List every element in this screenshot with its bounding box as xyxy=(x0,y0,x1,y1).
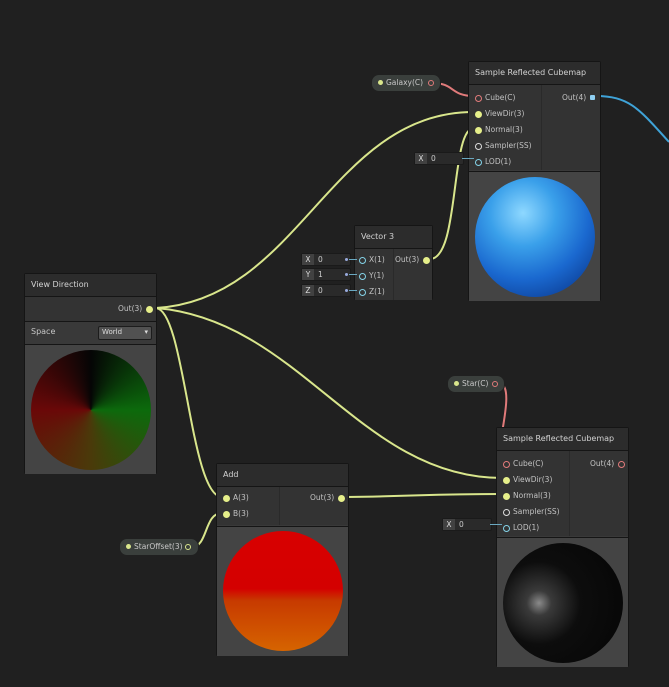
vector-port-icon xyxy=(223,495,230,502)
property-port-icon xyxy=(378,80,383,85)
cubemap-port-icon xyxy=(475,95,482,102)
preview-sphere xyxy=(31,350,151,470)
vector3-x-field[interactable]: X 0 xyxy=(301,253,351,266)
view-direction-node[interactable]: View Direction Out(3) Space World ▾ xyxy=(24,273,157,474)
cubemap-port-icon xyxy=(492,381,498,387)
cubemap-port-icon xyxy=(428,80,434,86)
vector-port-icon xyxy=(423,257,430,264)
property-star[interactable]: Star(C) xyxy=(447,375,505,393)
property-port-icon xyxy=(454,381,459,386)
sample-reflected-cubemap-node-bottom[interactable]: Sample Reflected Cubemap Cube(C) ViewDir… xyxy=(496,427,629,667)
cubemap-port-icon xyxy=(503,461,510,468)
node-title: View Direction xyxy=(25,274,156,297)
port-lod[interactable]: LOD(1) xyxy=(503,521,539,535)
space-dropdown[interactable]: World ▾ xyxy=(98,326,152,340)
property-galaxy[interactable]: Galaxy(C) xyxy=(371,74,441,92)
vector-port-icon xyxy=(503,493,510,500)
vector4-port-icon xyxy=(618,461,625,468)
vector-port-icon xyxy=(503,477,510,484)
add-node[interactable]: Add A(3) B(3) Out(3) xyxy=(216,463,349,656)
lod-input-field-top[interactable]: X 0 xyxy=(414,152,464,165)
preview-sphere xyxy=(503,543,623,663)
sampler-port-icon xyxy=(475,143,482,150)
vector3-y-field[interactable]: Y 1 xyxy=(301,268,351,281)
vector3-node[interactable]: Vector 3 X(1) Y(1) Z(1) Out(3) xyxy=(354,225,433,300)
port-z[interactable]: Z(1) xyxy=(359,285,385,299)
port-x[interactable]: X(1) xyxy=(359,253,385,267)
port-viewdir[interactable]: ViewDir(3) xyxy=(503,473,552,487)
node-title: Add xyxy=(217,464,348,487)
wire-viewdir-to-bottom-cubemap xyxy=(155,307,503,479)
float-port-icon xyxy=(359,257,366,264)
wire-add-to-bottom-normal xyxy=(345,493,503,498)
chevron-down-icon: ▾ xyxy=(144,328,148,336)
float-port-icon xyxy=(359,273,366,280)
port-out[interactable]: Out(4) xyxy=(590,457,625,471)
port-viewdir[interactable]: ViewDir(3) xyxy=(475,107,524,121)
port-b[interactable]: B(3) xyxy=(223,507,249,521)
vector-port-icon xyxy=(223,511,230,518)
vector-port-icon xyxy=(475,111,482,118)
port-normal[interactable]: Normal(3) xyxy=(475,123,523,137)
port-out[interactable]: Out(3) xyxy=(310,491,345,505)
space-label: Space xyxy=(31,327,56,336)
port-cube[interactable]: Cube(C) xyxy=(503,457,543,471)
vector-port-icon xyxy=(338,495,345,502)
port-cube[interactable]: Cube(C) xyxy=(475,91,515,105)
vector-port-icon xyxy=(475,127,482,134)
node-preview xyxy=(25,344,156,474)
port-lod[interactable]: LOD(1) xyxy=(475,155,511,169)
property-port-icon xyxy=(126,544,131,549)
vector-port-icon xyxy=(146,306,153,313)
node-title: Sample Reflected Cubemap xyxy=(469,62,600,85)
node-preview xyxy=(497,537,628,667)
port-out[interactable]: Out(3) xyxy=(118,302,153,316)
vector-port-icon xyxy=(185,544,191,550)
vector3-z-field[interactable]: Z 0 xyxy=(301,284,351,297)
port-out[interactable]: Out(3) xyxy=(395,253,430,267)
node-preview xyxy=(469,171,600,301)
sample-reflected-cubemap-node-top[interactable]: Sample Reflected Cubemap Cube(C) ViewDir… xyxy=(468,61,601,301)
port-sampler[interactable]: Sampler(SS) xyxy=(503,505,560,519)
preview-sphere xyxy=(475,177,595,297)
port-sampler[interactable]: Sampler(SS) xyxy=(475,139,532,153)
node-title: Sample Reflected Cubemap xyxy=(497,428,628,451)
port-normal[interactable]: Normal(3) xyxy=(503,489,551,503)
vector4-port-icon xyxy=(590,95,595,100)
node-title: Vector 3 xyxy=(355,226,432,249)
port-y[interactable]: Y(1) xyxy=(359,269,384,283)
wire-viewdir-to-add-a xyxy=(155,307,223,498)
wire-top-cubemap-out xyxy=(595,95,669,143)
sampler-port-icon xyxy=(503,509,510,516)
float-port-icon xyxy=(503,525,510,532)
float-port-icon xyxy=(359,289,366,296)
preview-sphere xyxy=(223,531,343,651)
port-a[interactable]: A(3) xyxy=(223,491,249,505)
node-preview xyxy=(217,526,348,656)
lod-input-field-bottom[interactable]: X 0 xyxy=(442,518,492,531)
float-port-icon xyxy=(475,159,482,166)
property-star-offset[interactable]: StarOffset(3) xyxy=(119,538,199,556)
port-out[interactable]: Out(4) xyxy=(562,91,595,105)
